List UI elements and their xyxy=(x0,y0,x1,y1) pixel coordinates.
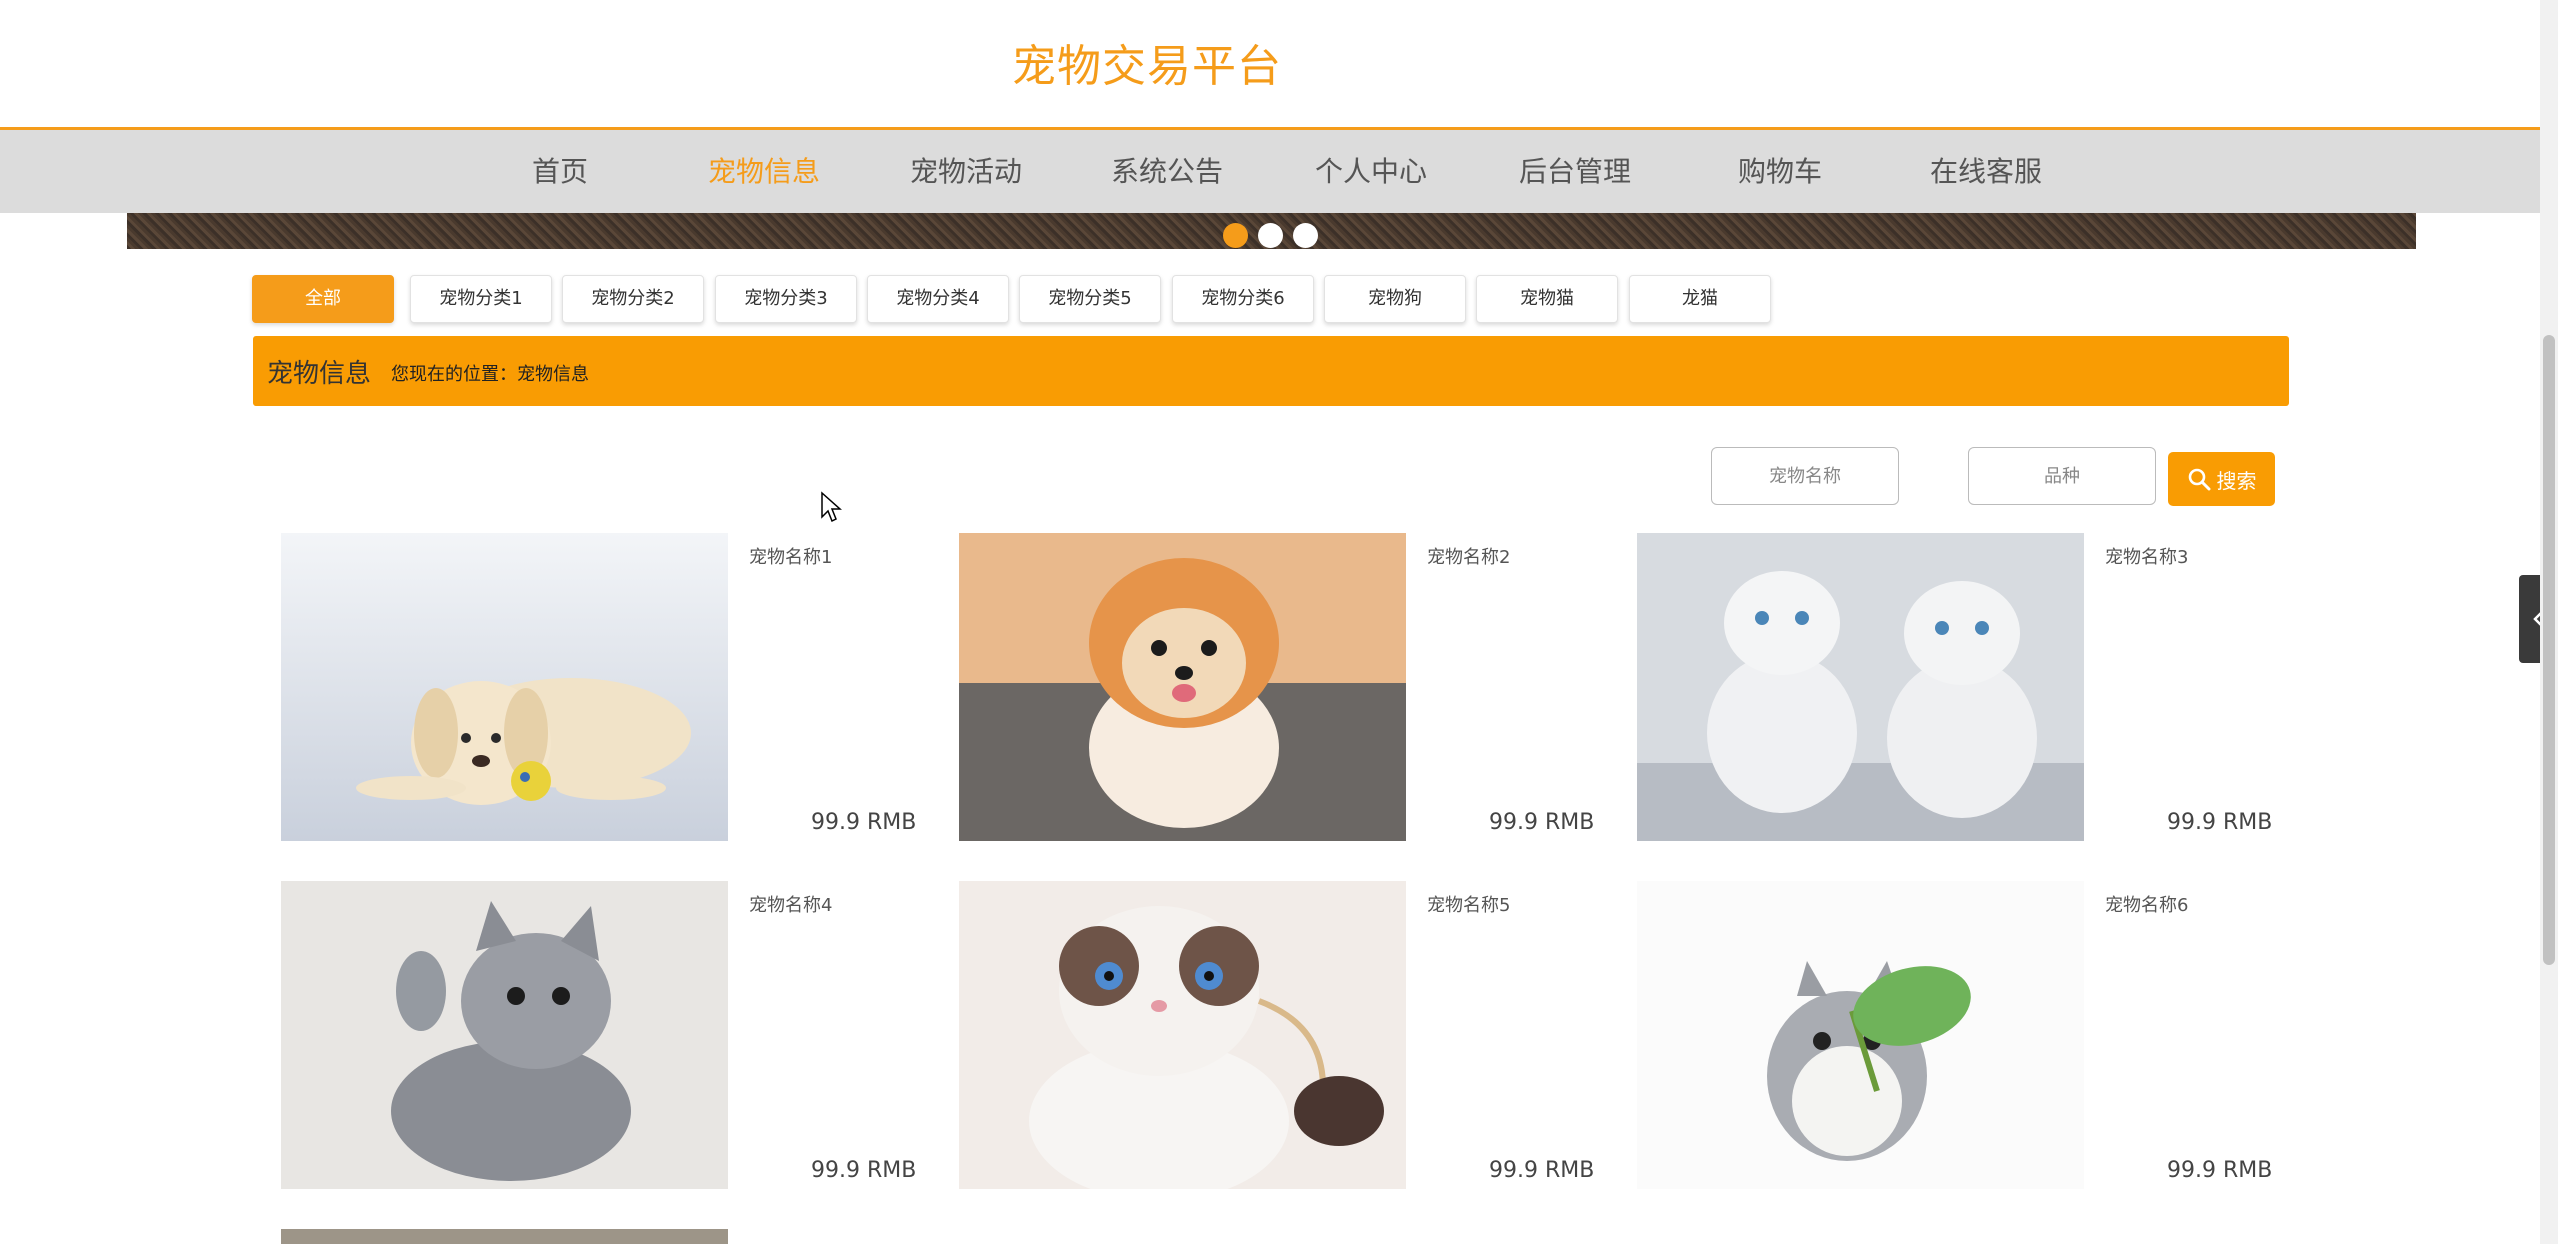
totoro-plush-photo[interactable] xyxy=(1637,881,2084,1189)
nav-home[interactable]: 首页 xyxy=(532,130,588,213)
product-price: 99.9 RMB xyxy=(811,810,917,835)
product-card-4[interactable]: 宠物名称4 99.9 RMB xyxy=(281,881,921,1191)
ragdoll-photo[interactable] xyxy=(959,881,1406,1189)
nav-admin[interactable]: 后台管理 xyxy=(1519,130,1631,213)
puppy-photo[interactable] xyxy=(281,533,728,841)
product-card-5[interactable]: 宠物名称5 99.9 RMB xyxy=(959,881,1599,1191)
category-5[interactable]: 宠物分类5 xyxy=(1019,275,1161,323)
category-3[interactable]: 宠物分类3 xyxy=(715,275,857,323)
category-6[interactable]: 宠物分类6 xyxy=(1172,275,1314,323)
nav-pet-info[interactable]: 宠物信息 xyxy=(708,130,820,213)
product-price: 99.9 RMB xyxy=(1489,810,1595,835)
site-title[interactable]: 宠物交易平台 xyxy=(1012,30,1282,94)
product-name[interactable]: 宠物名称1 xyxy=(749,543,832,569)
category-chinchilla[interactable]: 龙猫 xyxy=(1629,275,1771,323)
pomeranian-photo[interactable] xyxy=(959,533,1406,841)
product-price: 99.9 RMB xyxy=(2167,810,2273,835)
section-title: 宠物信息 xyxy=(267,359,372,389)
category-dog[interactable]: 宠物狗 xyxy=(1324,275,1466,323)
product-card-2[interactable]: 宠物名称2 99.9 RMB xyxy=(959,533,1599,843)
product-name[interactable]: 宠物名称5 xyxy=(1427,891,1510,917)
nav-announcements[interactable]: 系统公告 xyxy=(1111,130,1223,213)
scrollbar-thumb[interactable] xyxy=(2543,335,2555,965)
product-card-1[interactable]: 宠物名称1 99.9 RMB xyxy=(281,533,921,843)
mouse-cursor-icon xyxy=(821,491,842,523)
page-scrollbar[interactable] xyxy=(2540,0,2558,1244)
kittens-photo[interactable] xyxy=(1637,533,2084,841)
breed-search-input[interactable] xyxy=(1968,447,2156,505)
search-button-label: 搜索 xyxy=(2216,468,2257,493)
category-cat[interactable]: 宠物猫 xyxy=(1476,275,1618,323)
product-name[interactable]: 宠物名称2 xyxy=(1427,543,1510,569)
main-nav: 首页 宠物信息 宠物活动 系统公告 个人中心 后台管理 购物车 在线客服 xyxy=(0,130,2540,213)
search-button[interactable]: 搜索 xyxy=(2168,452,2275,506)
product-card-6[interactable]: 宠物名称6 99.9 RMB xyxy=(1637,881,2277,1191)
nav-pet-activities[interactable]: 宠物活动 xyxy=(910,130,1022,213)
product-price: 99.9 RMB xyxy=(811,1158,917,1183)
banner-carousel xyxy=(127,213,2416,249)
product-name[interactable]: 宠物名称4 xyxy=(749,891,832,917)
product-name[interactable]: 宠物名称6 xyxy=(2105,891,2188,917)
product-price: 99.9 RMB xyxy=(2167,1158,2273,1183)
product-price: 99.9 RMB xyxy=(1489,1158,1595,1183)
product-card-7-partial-image[interactable] xyxy=(281,1229,728,1244)
category-4[interactable]: 宠物分类4 xyxy=(867,275,1009,323)
gray-kitten-photo[interactable] xyxy=(281,881,728,1189)
carousel-dot-1[interactable] xyxy=(1223,223,1248,248)
breadcrumb-bar: 宠物信息 您现在的位置：宠物信息 xyxy=(253,336,2289,406)
search-icon xyxy=(2188,468,2210,491)
product-name[interactable]: 宠物名称3 xyxy=(2105,543,2188,569)
carousel-dot-2[interactable] xyxy=(1258,223,1283,248)
pet-name-search-input[interactable] xyxy=(1711,447,1899,505)
carousel-dot-3[interactable] xyxy=(1293,223,1318,248)
site-header: 宠物交易平台 xyxy=(0,0,2540,130)
category-all[interactable]: 全部 xyxy=(252,275,394,323)
nav-customer-service[interactable]: 在线客服 xyxy=(1930,130,2042,213)
category-1[interactable]: 宠物分类1 xyxy=(410,275,552,323)
breadcrumb: 您现在的位置：宠物信息 xyxy=(391,364,589,385)
category-2[interactable]: 宠物分类2 xyxy=(562,275,704,323)
product-card-3[interactable]: 宠物名称3 99.9 RMB xyxy=(1637,533,2277,843)
nav-user-center[interactable]: 个人中心 xyxy=(1315,130,1427,213)
nav-cart[interactable]: 购物车 xyxy=(1738,130,1822,213)
